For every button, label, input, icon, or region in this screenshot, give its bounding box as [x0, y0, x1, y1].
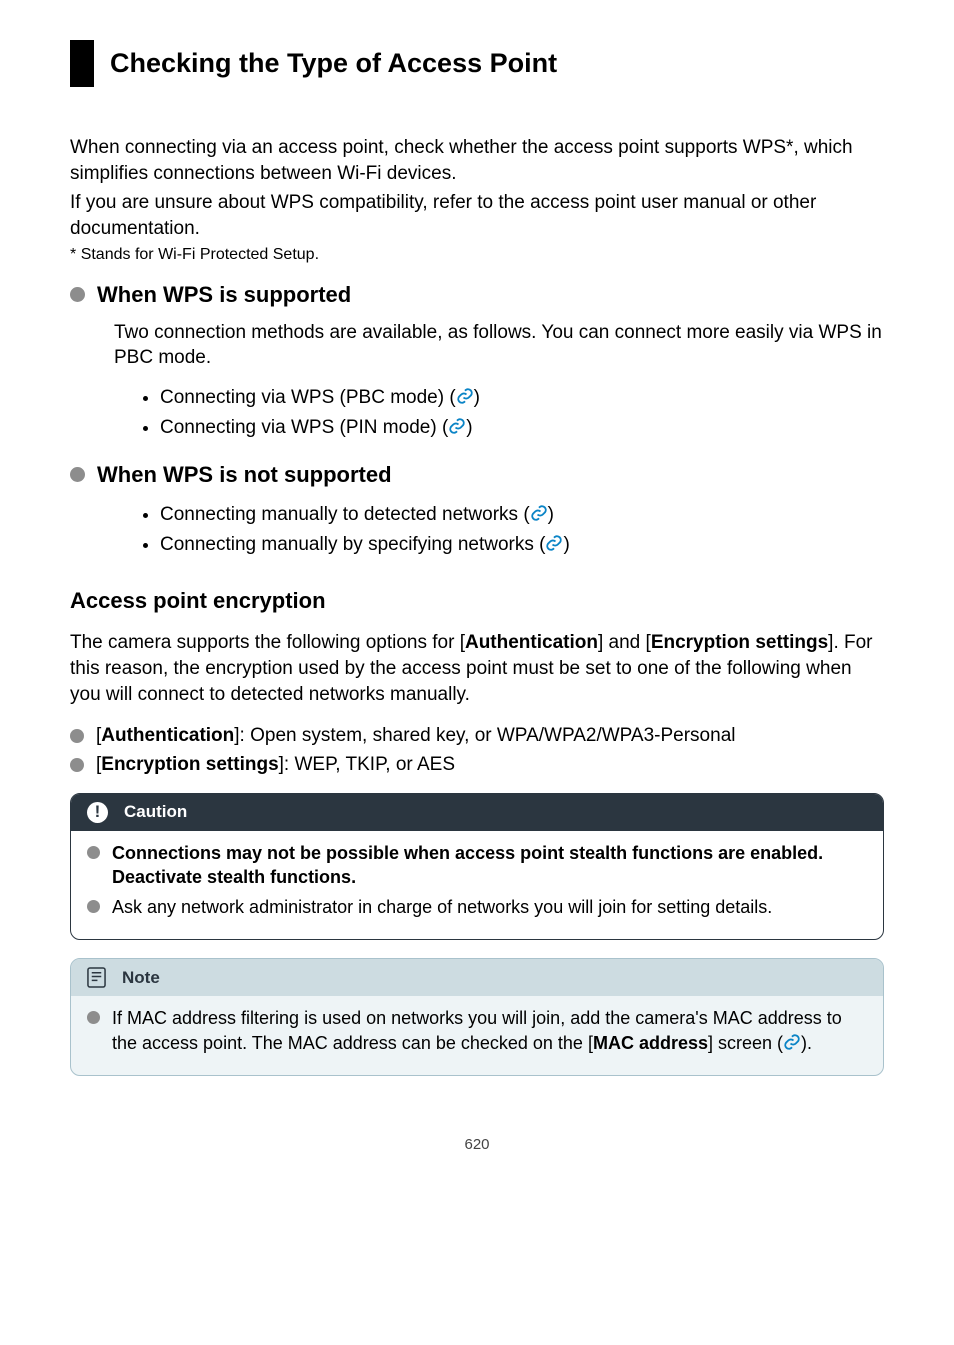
list-item-text: Connecting via WPS (PBC mode) (	[160, 387, 456, 408]
caution-box: ! Caution Connections may not be possibl…	[70, 793, 884, 941]
close-paren: )	[474, 387, 480, 408]
footnote: * Stands for Wi-Fi Protected Setup.	[70, 246, 884, 264]
page-title: Checking the Type of Access Point	[110, 48, 868, 79]
intro-para-2: If you are unsure about WPS compatibilit…	[70, 190, 884, 241]
title-block: Checking the Type of Access Point	[70, 40, 884, 87]
list-item: Connecting via WPS (PBC mode) ()	[160, 383, 884, 413]
close-paren: )	[801, 1033, 807, 1053]
txt: ] screen (	[708, 1033, 783, 1053]
intro-para-1: When connecting via an access point, che…	[70, 135, 884, 186]
caution-exclamation-icon: !	[87, 802, 108, 823]
list-item-text: Connecting manually by specifying networ…	[160, 534, 545, 555]
heading-wps-supported: When WPS is supported	[70, 282, 884, 308]
list-item: Connecting via WPS (PIN mode) ()	[160, 413, 884, 443]
link-icon[interactable]	[448, 417, 466, 435]
link-icon[interactable]	[530, 504, 548, 522]
list-item: Connecting manually to detected networks…	[160, 500, 884, 530]
list-item: [Authentication]: Open system, shared ke…	[70, 723, 884, 750]
bullet-icon	[70, 729, 84, 743]
txt: ] and [	[598, 632, 651, 653]
note-document-icon	[87, 967, 106, 988]
note-box: Note If MAC address filtering is used on…	[70, 958, 884, 1076]
note-header: Note	[71, 959, 883, 996]
bullet-icon	[70, 467, 85, 482]
heading-wps-not-supported-text: When WPS is not supported	[97, 462, 392, 488]
bold-enc: Encryption settings	[651, 632, 828, 653]
list-item-text: Ask any network administrator in charge …	[112, 895, 772, 919]
list-item-text: Connecting via WPS (PIN mode) (	[160, 417, 448, 438]
wps-supported-desc: Two connection methods are available, as…	[70, 320, 884, 371]
link-icon[interactable]	[783, 1033, 801, 1051]
close-paren: )	[466, 417, 472, 438]
page: Checking the Type of Access Point When c…	[0, 0, 954, 1193]
caution-item-bold: Connections may not be possible when acc…	[112, 843, 823, 887]
list-item-text: If MAC address filtering is used on netw…	[112, 1006, 867, 1055]
txt: ]: WEP, TKIP, or AES	[279, 754, 455, 775]
wps-supported-list: Connecting via WPS (PBC mode) () Connect…	[70, 383, 884, 444]
heading-wps-not-supported: When WPS is not supported	[70, 462, 884, 488]
list-item: Connecting manually by specifying networ…	[160, 530, 884, 560]
heading-wps-supported-text: When WPS is supported	[97, 282, 351, 308]
note-body: If MAC address filtering is used on netw…	[71, 996, 883, 1075]
bold-mac: MAC address	[593, 1033, 708, 1053]
list-item-text: Connections may not be possible when acc…	[112, 841, 867, 890]
list-item: If MAC address filtering is used on netw…	[87, 1006, 867, 1055]
list-item: Connections may not be possible when acc…	[87, 841, 867, 890]
encryption-desc: The camera supports the following option…	[70, 630, 884, 707]
list-item-text: [Authentication]: Open system, shared ke…	[96, 723, 735, 750]
close-paren: )	[563, 534, 569, 555]
bold-enc: Encryption settings	[101, 754, 278, 775]
bullet-icon	[87, 1011, 100, 1024]
heading-encryption: Access point encryption	[70, 588, 884, 614]
footnote-text: Stands for Wi-Fi Protected Setup.	[81, 246, 319, 263]
footnote-marker: *	[70, 246, 76, 263]
caution-header: ! Caution	[71, 794, 883, 831]
bullet-icon	[87, 846, 100, 859]
close-paren: )	[548, 504, 554, 525]
bold-auth: Authentication	[101, 725, 234, 746]
caution-label: Caution	[124, 802, 187, 822]
note-label: Note	[122, 968, 160, 988]
page-number: 620	[70, 1136, 884, 1153]
link-icon[interactable]	[456, 387, 474, 405]
bullet-icon	[70, 287, 85, 302]
list-item: [Encryption settings]: WEP, TKIP, or AES	[70, 752, 884, 779]
wps-not-supported-list: Connecting manually to detected networks…	[70, 500, 884, 561]
list-item-text: [Encryption settings]: WEP, TKIP, or AES	[96, 752, 455, 779]
bold-auth: Authentication	[465, 632, 598, 653]
encryption-bullets: [Authentication]: Open system, shared ke…	[70, 723, 884, 778]
bullet-icon	[87, 900, 100, 913]
txt: The camera supports the following option…	[70, 632, 465, 653]
list-item-text: Connecting manually to detected networks…	[160, 504, 530, 525]
bullet-icon	[70, 758, 84, 772]
txt: ]: Open system, shared key, or WPA/WPA2/…	[234, 725, 735, 746]
link-icon[interactable]	[545, 534, 563, 552]
list-item: Ask any network administrator in charge …	[87, 895, 867, 919]
caution-body: Connections may not be possible when acc…	[71, 831, 883, 940]
